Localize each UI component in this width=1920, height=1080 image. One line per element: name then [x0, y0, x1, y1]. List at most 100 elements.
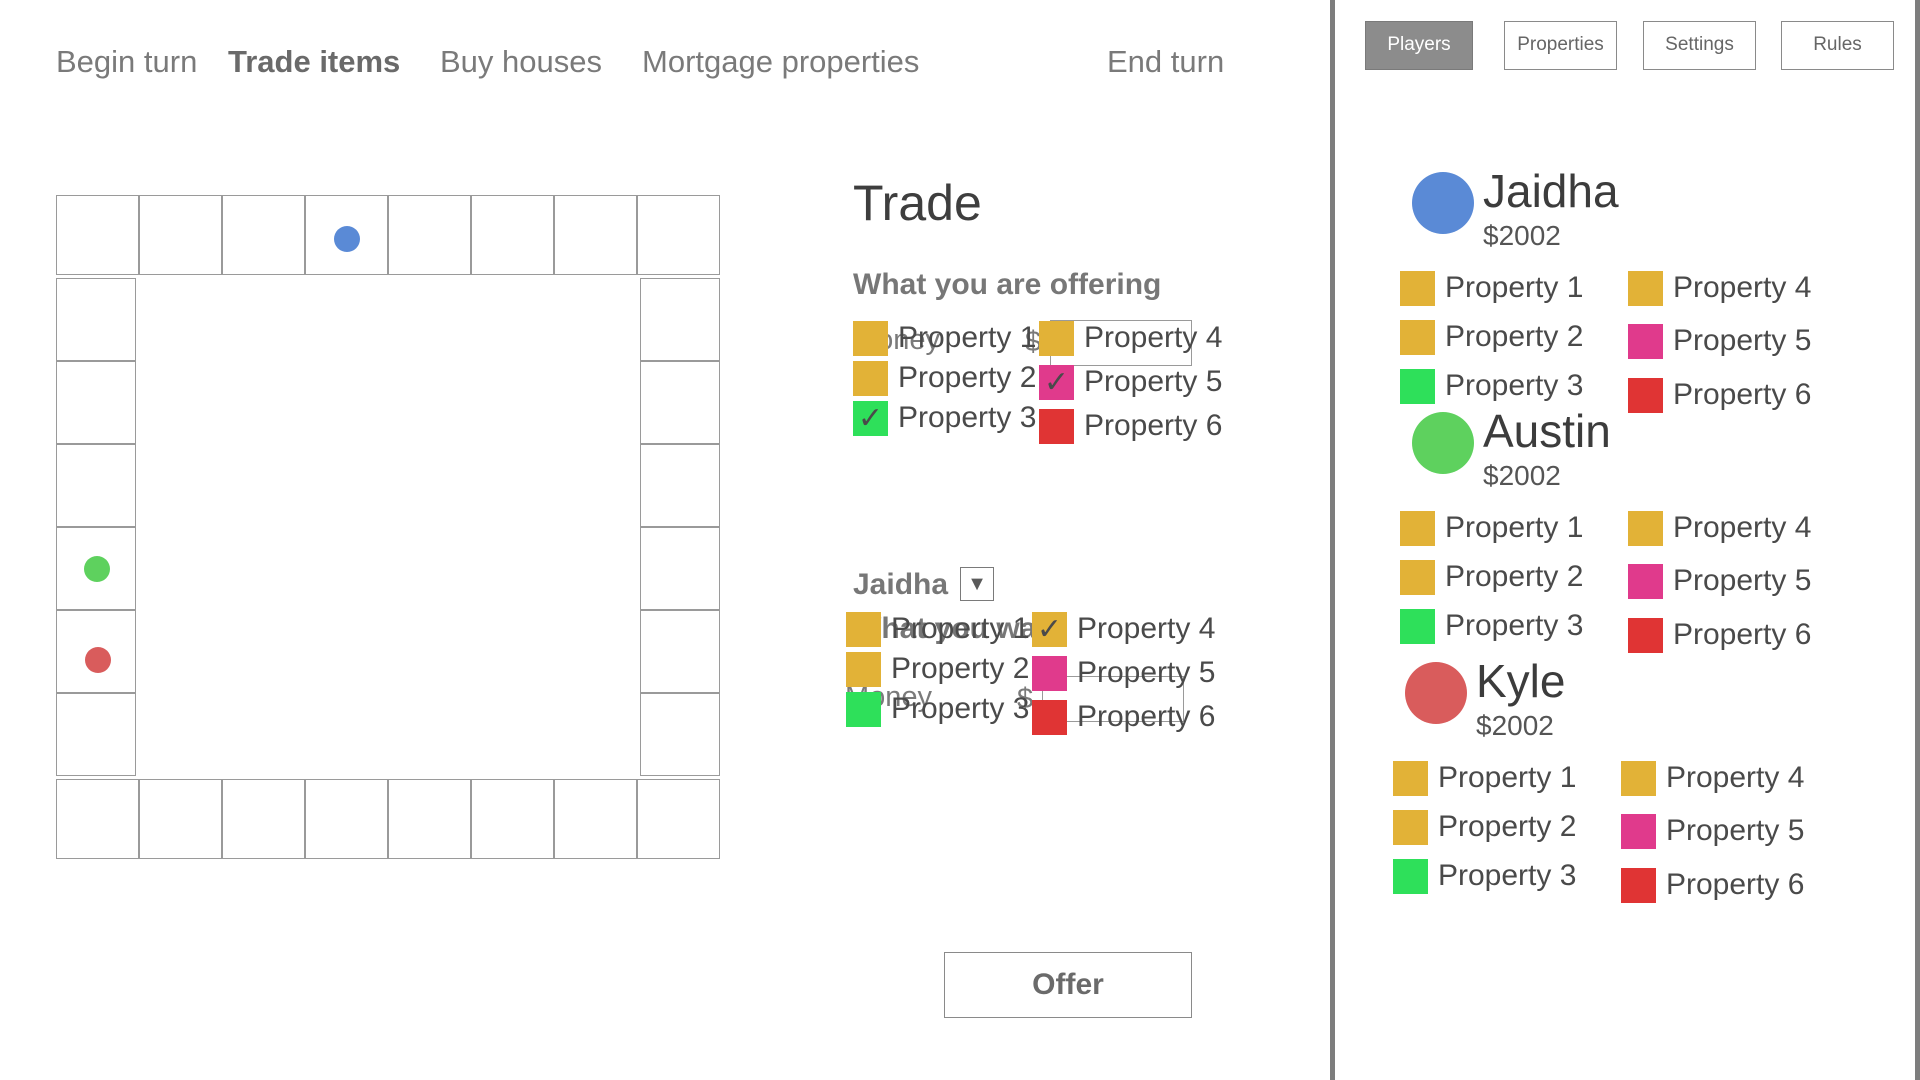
property-color-swatch — [1400, 319, 1435, 355]
property-label: Property 6 — [1084, 409, 1223, 442]
board-space[interactable] — [56, 278, 136, 361]
board-space[interactable] — [222, 195, 305, 275]
property-checkbox[interactable]: ✓ — [1039, 364, 1074, 400]
property-checkbox[interactable] — [1032, 699, 1067, 735]
property-checkbox[interactable] — [846, 651, 881, 687]
property-label: Property 3 — [891, 692, 1030, 725]
player-name: Austin — [1483, 405, 1611, 457]
property-color-swatch — [1621, 867, 1656, 903]
checkmark-icon: ✓ — [857, 401, 884, 435]
player-property-5: Property 5 — [1621, 811, 1804, 851]
property-label: Property 5 — [1673, 324, 1812, 357]
property-label: Property 4 — [1673, 271, 1812, 304]
property-color-swatch — [1621, 813, 1656, 849]
board-space[interactable] — [640, 444, 720, 527]
player-select-dropdown[interactable]: ▼ — [960, 567, 994, 601]
property-label: Property 2 — [1438, 810, 1577, 843]
board-space[interactable] — [305, 779, 388, 859]
property-checkbox[interactable] — [853, 360, 888, 396]
property-checkbox[interactable]: ✓ — [853, 400, 888, 436]
property-color-swatch — [1628, 563, 1663, 599]
offer-property-5[interactable]: ✓ Property 5 — [1039, 362, 1222, 402]
player-property-4: Property 4 — [1628, 508, 1811, 548]
want-property-1[interactable]: Property 1 — [846, 609, 1029, 649]
tab-rules[interactable]: Rules — [1781, 21, 1894, 70]
game-board — [56, 195, 720, 859]
tab-players[interactable]: Players — [1365, 21, 1473, 70]
property-checkbox[interactable] — [1039, 408, 1074, 444]
top-nav: Begin turn Trade items Buy houses Mortga… — [0, 0, 1330, 130]
want-property-3[interactable]: Property 3 — [846, 689, 1029, 729]
target-player-label: Jaidha — [853, 568, 949, 601]
property-checkbox[interactable]: ✓ — [1032, 611, 1067, 647]
trade-items-link[interactable]: Trade items — [228, 44, 400, 80]
player-name: Kyle — [1476, 655, 1566, 707]
want-property-6[interactable]: Property 6 — [1032, 697, 1215, 737]
board-space[interactable] — [56, 444, 136, 527]
board-space[interactable] — [640, 527, 720, 610]
offer-property-4[interactable]: Property 4 — [1039, 318, 1222, 358]
player-money: $2002 — [1483, 220, 1561, 251]
board-space[interactable] — [637, 779, 720, 859]
board-space[interactable] — [637, 195, 720, 275]
buy-houses-link[interactable]: Buy houses — [440, 44, 602, 80]
property-checkbox[interactable] — [853, 320, 888, 356]
player-avatar — [1405, 662, 1467, 724]
property-checkbox[interactable] — [846, 611, 881, 647]
property-color-swatch — [1628, 270, 1663, 306]
offer-property-2[interactable]: Property 2 — [853, 358, 1036, 398]
offer-button[interactable]: Offer — [944, 952, 1192, 1018]
property-checkbox[interactable] — [1032, 655, 1067, 691]
board-space[interactable] — [56, 361, 136, 444]
board-space[interactable] — [388, 779, 471, 859]
blue-token[interactable] — [334, 226, 360, 252]
want-property-4[interactable]: ✓ Property 4 — [1032, 609, 1215, 649]
board-space[interactable] — [471, 779, 554, 859]
chevron-down-icon: ▼ — [967, 573, 987, 595]
begin-turn-link[interactable]: Begin turn — [56, 44, 197, 80]
green-token[interactable] — [84, 556, 110, 582]
board-space[interactable] — [640, 693, 720, 776]
red-token[interactable] — [85, 647, 111, 673]
board-space[interactable] — [56, 195, 139, 275]
property-checkbox[interactable] — [1039, 320, 1074, 356]
property-color-swatch — [1628, 510, 1663, 546]
board-space[interactable] — [56, 693, 136, 776]
tab-settings[interactable]: Settings — [1643, 21, 1756, 70]
board-space[interactable] — [554, 779, 637, 859]
board-space[interactable] — [640, 278, 720, 361]
property-label: Property 3 — [1438, 859, 1577, 892]
end-turn-link[interactable]: End turn — [1107, 44, 1224, 80]
board-space[interactable] — [640, 361, 720, 444]
offer-property-1[interactable]: Property 1 — [853, 318, 1036, 358]
board-space[interactable] — [388, 195, 471, 275]
board-space[interactable] — [471, 195, 554, 275]
player-card-kyle: Kyle $2002 Property 1 Property 2 Property 3 P… — [1343, 630, 1863, 930]
player-property-1: Property 1 — [1400, 508, 1583, 548]
property-label: Property 6 — [1077, 700, 1216, 733]
board-space[interactable] — [139, 195, 222, 275]
board-space[interactable] — [139, 779, 222, 859]
property-label: Property 4 — [1077, 612, 1216, 645]
offer-property-6[interactable]: Property 6 — [1039, 406, 1222, 446]
want-property-2[interactable]: Property 2 — [846, 649, 1029, 689]
player-property-1: Property 1 — [1393, 758, 1576, 798]
player-property-4: Property 4 — [1628, 268, 1811, 308]
property-color-swatch — [1400, 559, 1435, 595]
player-property-2: Property 2 — [1393, 807, 1576, 847]
property-label: Property 1 — [1445, 511, 1584, 544]
property-label: Property 1 — [1445, 271, 1584, 304]
offer-property-3[interactable]: ✓ Property 3 — [853, 398, 1036, 438]
property-label: Property 4 — [1084, 321, 1223, 354]
tab-properties[interactable]: Properties — [1504, 21, 1617, 70]
board-space[interactable] — [640, 610, 720, 693]
mortgage-properties-link[interactable]: Mortgage properties — [642, 44, 919, 80]
board-space[interactable] — [56, 779, 139, 859]
property-color-swatch — [1628, 323, 1663, 359]
property-checkbox[interactable] — [846, 691, 881, 727]
board-space[interactable] — [222, 779, 305, 859]
property-label: Property 2 — [1445, 560, 1584, 593]
board-space[interactable] — [554, 195, 637, 275]
player-property-4: Property 4 — [1621, 758, 1804, 798]
want-property-5[interactable]: Property 5 — [1032, 653, 1215, 693]
